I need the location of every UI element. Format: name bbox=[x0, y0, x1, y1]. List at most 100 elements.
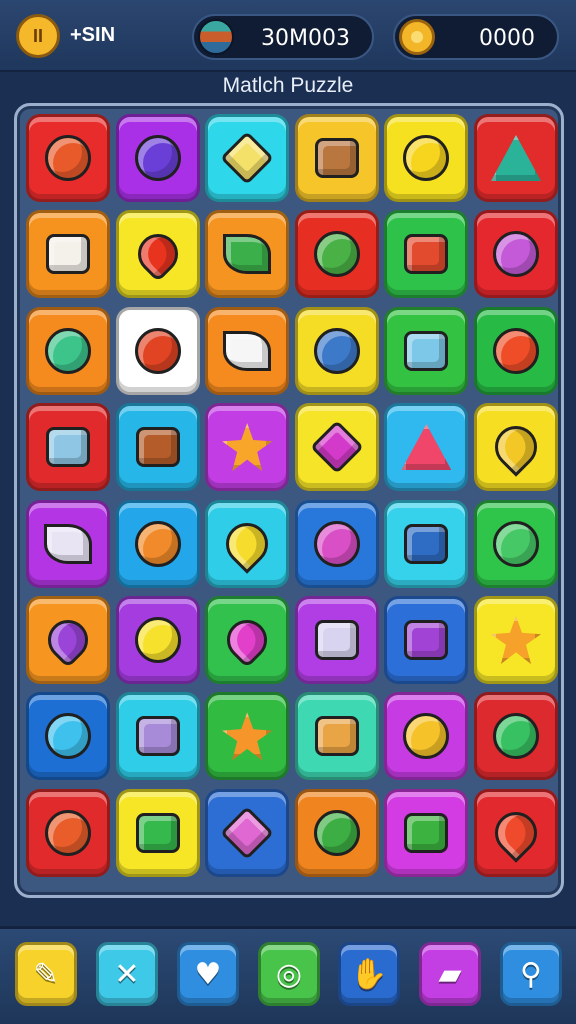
book-icon bbox=[198, 19, 234, 55]
tile-wood-box[interactable] bbox=[294, 692, 379, 781]
tile-pen[interactable] bbox=[115, 692, 200, 781]
tile-green-ghost[interactable] bbox=[473, 692, 558, 781]
brush-tool-button[interactable]: ✎ bbox=[15, 942, 77, 1006]
melon-icon bbox=[45, 327, 91, 374]
yellow-drop-icon bbox=[217, 513, 277, 574]
bandage-icon bbox=[44, 523, 92, 564]
tile-yellow-apple[interactable] bbox=[384, 692, 469, 781]
heart-tool-button[interactable]: ♥ bbox=[177, 942, 239, 1006]
tile-blue-device[interactable] bbox=[384, 306, 469, 395]
leaf-icon bbox=[223, 234, 272, 275]
tile-purple-box[interactable] bbox=[294, 595, 379, 684]
search-tool-icon: ⚲ bbox=[520, 956, 542, 992]
tile-grid bbox=[26, 114, 558, 877]
score-counter: 30M003 bbox=[192, 14, 374, 60]
tile-grape[interactable] bbox=[26, 595, 110, 684]
yellow-apple-icon bbox=[403, 713, 450, 760]
carrot-icon bbox=[490, 135, 541, 181]
heart-tool-icon: ♥ bbox=[194, 956, 222, 992]
pause-button[interactable]: II bbox=[16, 14, 60, 58]
eraser-tool-button[interactable]: ▰ bbox=[419, 942, 481, 1006]
orange-star-icon bbox=[222, 423, 273, 472]
lemon-icon bbox=[403, 135, 450, 181]
tile-box[interactable] bbox=[294, 114, 379, 202]
box-icon bbox=[314, 138, 359, 178]
tile-pink-gem[interactable] bbox=[294, 403, 379, 492]
tile-heart[interactable] bbox=[205, 595, 290, 684]
tile-radish[interactable] bbox=[26, 114, 110, 202]
tile-tomato[interactable] bbox=[473, 306, 558, 395]
search-tool-button[interactable]: ⚲ bbox=[500, 942, 562, 1006]
tile-orange-x[interactable] bbox=[205, 692, 290, 781]
tile-melon[interactable] bbox=[26, 306, 110, 395]
tile-purple-berry[interactable] bbox=[115, 114, 200, 202]
tomato-icon bbox=[492, 327, 539, 374]
pen-icon bbox=[135, 716, 180, 757]
tile-green-bubble[interactable] bbox=[473, 499, 558, 588]
tile-yellow-gem[interactable] bbox=[205, 114, 290, 202]
tile-leaf[interactable] bbox=[205, 210, 290, 299]
bonus-text: +SIN bbox=[70, 24, 116, 46]
radish-icon bbox=[45, 135, 91, 181]
tile-pink-kite[interactable] bbox=[384, 403, 469, 492]
tile-apple[interactable] bbox=[115, 210, 200, 299]
tile-pink-flower[interactable] bbox=[294, 499, 379, 588]
potted-plant-icon bbox=[313, 231, 360, 278]
blue-device-icon bbox=[404, 330, 449, 371]
tile-pencil-frame[interactable] bbox=[384, 595, 469, 684]
tile-red-candy[interactable] bbox=[115, 306, 200, 395]
tile-meat[interactable] bbox=[384, 210, 469, 299]
tile-green-battery[interactable] bbox=[384, 788, 469, 877]
tile-blue-shell[interactable] bbox=[294, 306, 379, 395]
feather-icon bbox=[223, 330, 272, 371]
coin-counter[interactable]: 0000 bbox=[393, 14, 559, 60]
tile-red-berry[interactable] bbox=[473, 788, 558, 877]
jar-icon bbox=[404, 523, 449, 564]
tile-pink-crystal[interactable] bbox=[205, 788, 290, 877]
tile-bandage[interactable] bbox=[26, 499, 110, 588]
swap-tool-button[interactable]: ✕ bbox=[96, 942, 158, 1006]
tile-green-bottle[interactable] bbox=[294, 788, 379, 877]
tile-garlic[interactable] bbox=[26, 210, 110, 299]
target-tool-icon: ◎ bbox=[275, 956, 303, 992]
pineapple-icon bbox=[486, 417, 546, 477]
plum-icon bbox=[492, 231, 539, 278]
green-ghost-icon bbox=[492, 713, 539, 760]
tile-sun[interactable] bbox=[473, 595, 558, 684]
tile-yellow-drop[interactable] bbox=[205, 499, 290, 588]
orange-lolly-icon bbox=[134, 520, 181, 567]
tile-lemon[interactable] bbox=[384, 114, 469, 202]
heart-icon bbox=[218, 611, 276, 669]
tile-pineapple[interactable] bbox=[473, 403, 558, 492]
blue-lolly-icon bbox=[45, 713, 91, 760]
tile-potted-plant[interactable] bbox=[294, 210, 379, 299]
tile-orange-lolly[interactable] bbox=[115, 499, 200, 588]
tile-plum[interactable] bbox=[473, 210, 558, 299]
pink-kite-icon bbox=[401, 424, 452, 471]
coin-value: 0000 bbox=[479, 26, 535, 51]
pencil-frame-icon bbox=[404, 619, 449, 660]
target-tool-button[interactable]: ◎ bbox=[258, 942, 320, 1006]
swap-tool-icon: ✕ bbox=[114, 956, 140, 992]
tile-camera[interactable] bbox=[26, 403, 110, 492]
tile-blue-lolly[interactable] bbox=[26, 692, 110, 781]
booster-toolbar: ✎ ✕ ♥ ◎ ✋ ▰ ⚲ bbox=[0, 926, 576, 1024]
brush-tool-icon: ✎ bbox=[33, 956, 59, 992]
tile-brown-block[interactable] bbox=[115, 403, 200, 492]
sun-icon bbox=[490, 615, 541, 664]
meat-icon bbox=[404, 234, 449, 275]
tile-green-bag[interactable] bbox=[115, 788, 200, 877]
tile-feather[interactable] bbox=[205, 306, 290, 395]
tile-jar[interactable] bbox=[384, 499, 469, 588]
green-battery-icon bbox=[404, 812, 449, 853]
coin-icon bbox=[399, 19, 435, 55]
tile-orange-star[interactable] bbox=[205, 403, 290, 492]
top-hud: II +SIN 30M003 0000 bbox=[0, 0, 576, 72]
orange-x-icon bbox=[222, 712, 273, 761]
tile-carrot[interactable] bbox=[473, 114, 558, 202]
green-bottle-icon bbox=[313, 809, 360, 856]
hand-tool-button[interactable]: ✋ bbox=[338, 942, 400, 1006]
pink-gem-icon bbox=[309, 420, 364, 475]
tile-red-flower[interactable] bbox=[26, 788, 110, 877]
tile-smiley[interactable] bbox=[115, 595, 200, 684]
